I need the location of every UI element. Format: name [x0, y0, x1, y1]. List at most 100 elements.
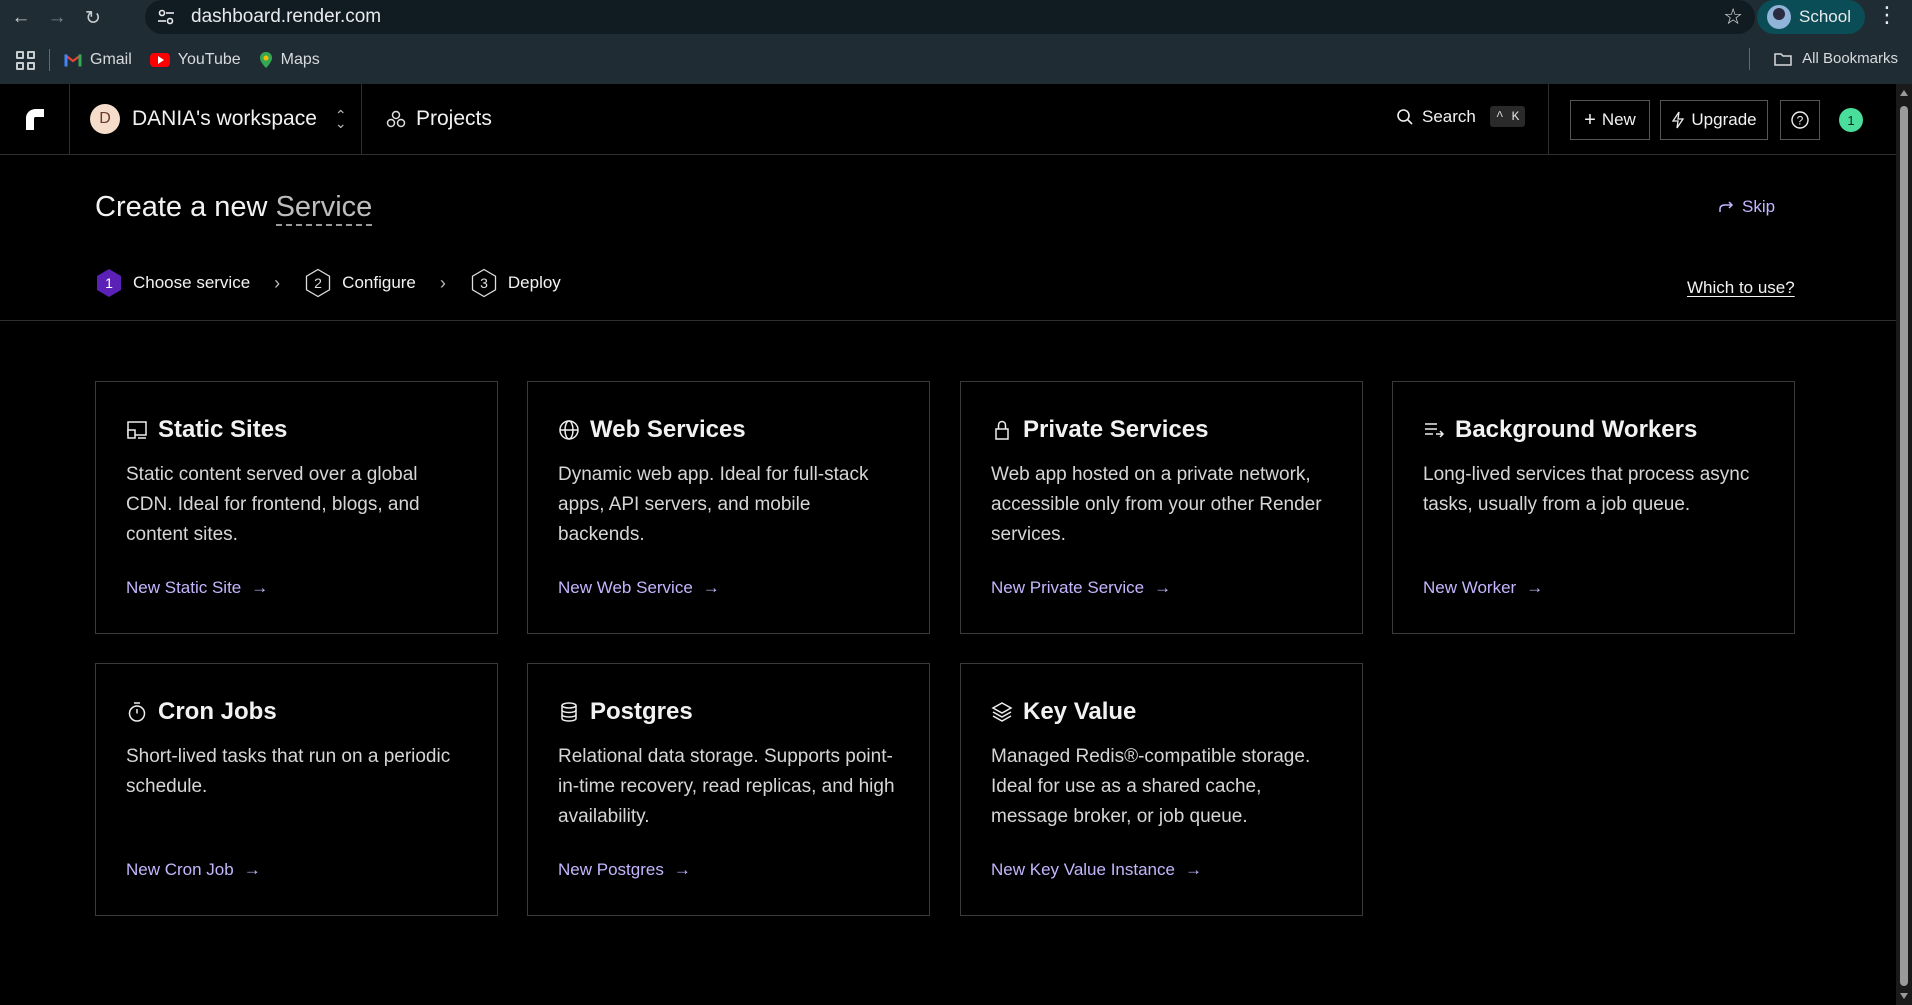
- workspace-avatar: D: [90, 104, 120, 134]
- service-card-cron-jobs[interactable]: Cron Jobs Short-lived tasks that run on …: [95, 663, 498, 916]
- apps-grid-icon[interactable]: [16, 50, 35, 70]
- workspace-switcher[interactable]: D DANIA's workspace ⌃ ⌄: [70, 84, 362, 154]
- bookmark-gmail[interactable]: Gmail: [64, 51, 132, 69]
- scroll-thumb[interactable]: [1900, 106, 1908, 986]
- card-link-label: New Private Service: [991, 578, 1145, 597]
- step-configure: 2 Configure: [304, 268, 416, 298]
- search-button[interactable]: Search ^ K: [1396, 106, 1526, 127]
- card-description: Long-lived services that process async t…: [1423, 464, 1750, 515]
- step-label: Configure: [342, 273, 416, 292]
- new-label: New: [1601, 110, 1636, 129]
- new-private-service-link[interactable]: New Private Service →: [991, 578, 1171, 598]
- card-header: Background Workers: [1423, 414, 1764, 446]
- notification-badge[interactable]: 1: [1839, 108, 1863, 132]
- arrow-right-icon: →: [243, 860, 261, 879]
- card-link-label: New Cron Job: [126, 860, 234, 879]
- address-bar[interactable]: dashboard.render.com ☆: [145, 0, 1755, 34]
- service-card-postgres[interactable]: Postgres Relational data storage. Suppor…: [527, 663, 930, 916]
- service-card-web-services[interactable]: Web Services Dynamic web app. Ideal for …: [527, 381, 930, 634]
- card-title: Background Workers: [1455, 416, 1698, 443]
- step-number: 2: [314, 275, 322, 291]
- site-settings-icon[interactable]: [153, 9, 179, 25]
- card-title: Static Sites: [158, 416, 288, 443]
- service-card-background-workers[interactable]: Background Workers Long-lived services t…: [1392, 381, 1795, 634]
- new-cron-job-link[interactable]: New Cron Job →: [126, 860, 261, 880]
- globe-icon: [559, 420, 579, 440]
- back-icon[interactable]: ←: [6, 3, 36, 33]
- folder-icon: [1774, 52, 1792, 66]
- youtube-icon: [149, 53, 170, 67]
- page-title-highlight[interactable]: Service: [275, 191, 373, 226]
- app-header: D DANIA's workspace ⌃ ⌄ Projects Search ^…: [0, 84, 1896, 155]
- step-choose-service: 1 Choose service: [95, 268, 250, 298]
- chevron-right-icon: ›: [274, 272, 281, 293]
- bookmarks-divider: [49, 49, 50, 71]
- projects-link[interactable]: Projects: [386, 84, 492, 154]
- help-button[interactable]: ?: [1780, 100, 1820, 140]
- url-text: dashboard.render.com: [191, 6, 382, 27]
- redirect-arrow-icon: [1719, 201, 1734, 212]
- card-description: Web app hosted on a private network, acc…: [991, 464, 1322, 545]
- bookmark-star-icon[interactable]: ☆: [1723, 4, 1743, 30]
- chevron-up-down-icon: ⌃ ⌄: [334, 107, 347, 131]
- all-bookmarks-label: All Bookmarks: [1802, 50, 1898, 67]
- new-button[interactable]: + New: [1570, 100, 1650, 140]
- card-description: Short-lived tasks that run on a periodic…: [126, 746, 451, 797]
- browser-toolbar: ← → ↻ dashboard.render.com ☆ School ⋮: [0, 0, 1912, 36]
- skip-button[interactable]: Skip: [1718, 197, 1775, 217]
- card-description: Managed Redis®-compatible storage. Ideal…: [991, 746, 1311, 827]
- search-icon: [1397, 108, 1413, 125]
- new-key-value-link[interactable]: New Key Value Instance →: [991, 860, 1202, 880]
- upgrade-button[interactable]: Upgrade: [1660, 100, 1768, 140]
- scroll-down-icon[interactable]: [1900, 993, 1908, 999]
- forward-icon[interactable]: →: [42, 3, 72, 33]
- database-icon: [561, 702, 577, 722]
- new-worker-link[interactable]: New Worker →: [1423, 578, 1543, 598]
- card-description: Relational data storage. Supports point-…: [558, 746, 895, 827]
- maps-icon: [259, 52, 272, 68]
- card-title: Cron Jobs: [158, 698, 277, 725]
- help-icon: ?: [1791, 111, 1809, 129]
- step-number: 3: [480, 275, 488, 291]
- service-card-private-services[interactable]: Private Services Web app hosted on a pri…: [960, 381, 1363, 634]
- which-to-use-link[interactable]: Which to use?: [1687, 278, 1795, 298]
- card-header: Cron Jobs: [126, 696, 467, 728]
- bookmark-label: Maps: [280, 51, 320, 68]
- card-header: Postgres: [558, 696, 899, 728]
- bookmark-label: YouTube: [177, 51, 241, 68]
- lightning-icon: [1672, 111, 1685, 129]
- page-scrollbar[interactable]: [1896, 84, 1912, 1005]
- search-label: Search: [1422, 106, 1476, 126]
- list-arrow-icon: [1425, 423, 1445, 438]
- step-hexagon-icon: 2: [306, 268, 331, 298]
- scroll-up-icon[interactable]: [1900, 90, 1908, 96]
- workspace-name: DANIA's workspace: [132, 107, 317, 130]
- reload-icon[interactable]: ↻: [78, 3, 108, 33]
- avatar: [1767, 5, 1791, 29]
- more-menu-icon[interactable]: ⋮: [1876, 2, 1898, 28]
- lock-icon: [995, 420, 1009, 440]
- arrow-right-icon: →: [673, 860, 691, 879]
- service-card-key-value[interactable]: Key Value Managed Redis®-compatible stor…: [960, 663, 1363, 916]
- card-header: Private Services: [991, 414, 1332, 446]
- profile-button[interactable]: School: [1757, 0, 1865, 34]
- all-bookmarks-button[interactable]: All Bookmarks: [1774, 50, 1898, 67]
- card-title: Postgres: [590, 698, 693, 725]
- new-web-service-link[interactable]: New Web Service →: [558, 578, 720, 598]
- profile-label: School: [1799, 7, 1851, 26]
- service-card-static-sites[interactable]: Static Sites Static content served over …: [95, 381, 498, 634]
- step-label: Deploy: [507, 273, 561, 292]
- bookmark-maps[interactable]: Maps: [259, 51, 320, 69]
- arrow-right-icon: →: [1184, 860, 1202, 879]
- upgrade-label: Upgrade: [1691, 110, 1757, 129]
- new-postgres-link[interactable]: New Postgres →: [558, 860, 691, 880]
- stepper: 1 Choose service › 2 Configure › 3 Deplo…: [95, 268, 561, 298]
- header-divider: [1548, 84, 1549, 154]
- stopwatch-icon: [128, 702, 146, 722]
- new-static-site-link[interactable]: New Static Site →: [126, 578, 268, 598]
- page-title: Create a new Service: [95, 191, 373, 226]
- card-link-label: New Worker: [1423, 578, 1517, 597]
- render-logo-icon[interactable]: [0, 84, 70, 154]
- gmail-icon: [64, 54, 82, 67]
- bookmark-youtube[interactable]: YouTube: [149, 51, 241, 69]
